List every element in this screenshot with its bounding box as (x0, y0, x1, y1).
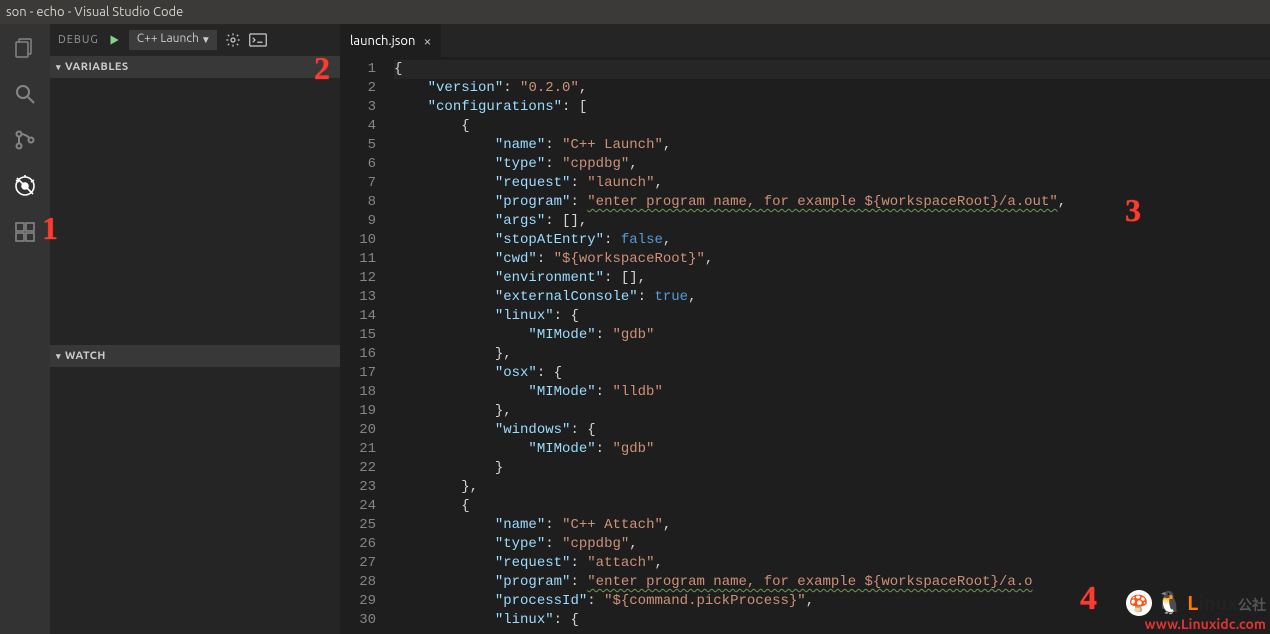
code-editor[interactable]: 1234567891011121314151617181920212223242… (340, 57, 1270, 634)
files-icon[interactable] (11, 34, 39, 62)
watch-label: WATCH (65, 350, 106, 362)
activity-bar (0, 24, 50, 634)
variables-label: VARIABLES (65, 61, 129, 73)
debug-toolbar: DEBUG C++ Launch ▼ (50, 24, 340, 56)
tab-label: launch.json (350, 34, 415, 48)
window-titlebar: son - echo - Visual Studio Code (0, 0, 1270, 24)
watch-section-header[interactable]: ▾ WATCH (50, 345, 340, 367)
start-debug-button[interactable] (107, 33, 121, 47)
editor-area: launch.json × 12345678910111213141516171… (340, 24, 1270, 634)
debug-config-select[interactable]: C++ Launch (129, 30, 217, 50)
git-icon[interactable] (11, 126, 39, 154)
chevron-down-icon: ▾ (56, 62, 61, 73)
extensions-icon[interactable] (11, 218, 39, 246)
variables-body (50, 78, 340, 345)
debug-config-selected: C++ Launch (137, 32, 199, 45)
line-number-gutter: 1234567891011121314151617181920212223242… (340, 57, 394, 634)
code-content[interactable]: { "version": "0.2.0", "configurations": … (394, 57, 1270, 634)
gear-icon[interactable] (225, 32, 241, 48)
window-title: son - echo - Visual Studio Code (6, 5, 183, 19)
search-icon[interactable] (11, 80, 39, 108)
editor-tabbar: launch.json × (340, 24, 1270, 57)
tab-launch-json[interactable]: launch.json × (340, 24, 442, 57)
chevron-down-icon: ▾ (56, 351, 61, 362)
variables-section-header[interactable]: ▾ VARIABLES (50, 56, 340, 78)
debug-sidebar: DEBUG C++ Launch ▼ ▾ VARIABLES ▾ (50, 24, 340, 634)
debug-icon[interactable] (11, 172, 39, 200)
debug-console-icon[interactable] (249, 33, 267, 47)
debug-label: DEBUG (58, 34, 99, 46)
close-icon[interactable]: × (423, 33, 431, 49)
